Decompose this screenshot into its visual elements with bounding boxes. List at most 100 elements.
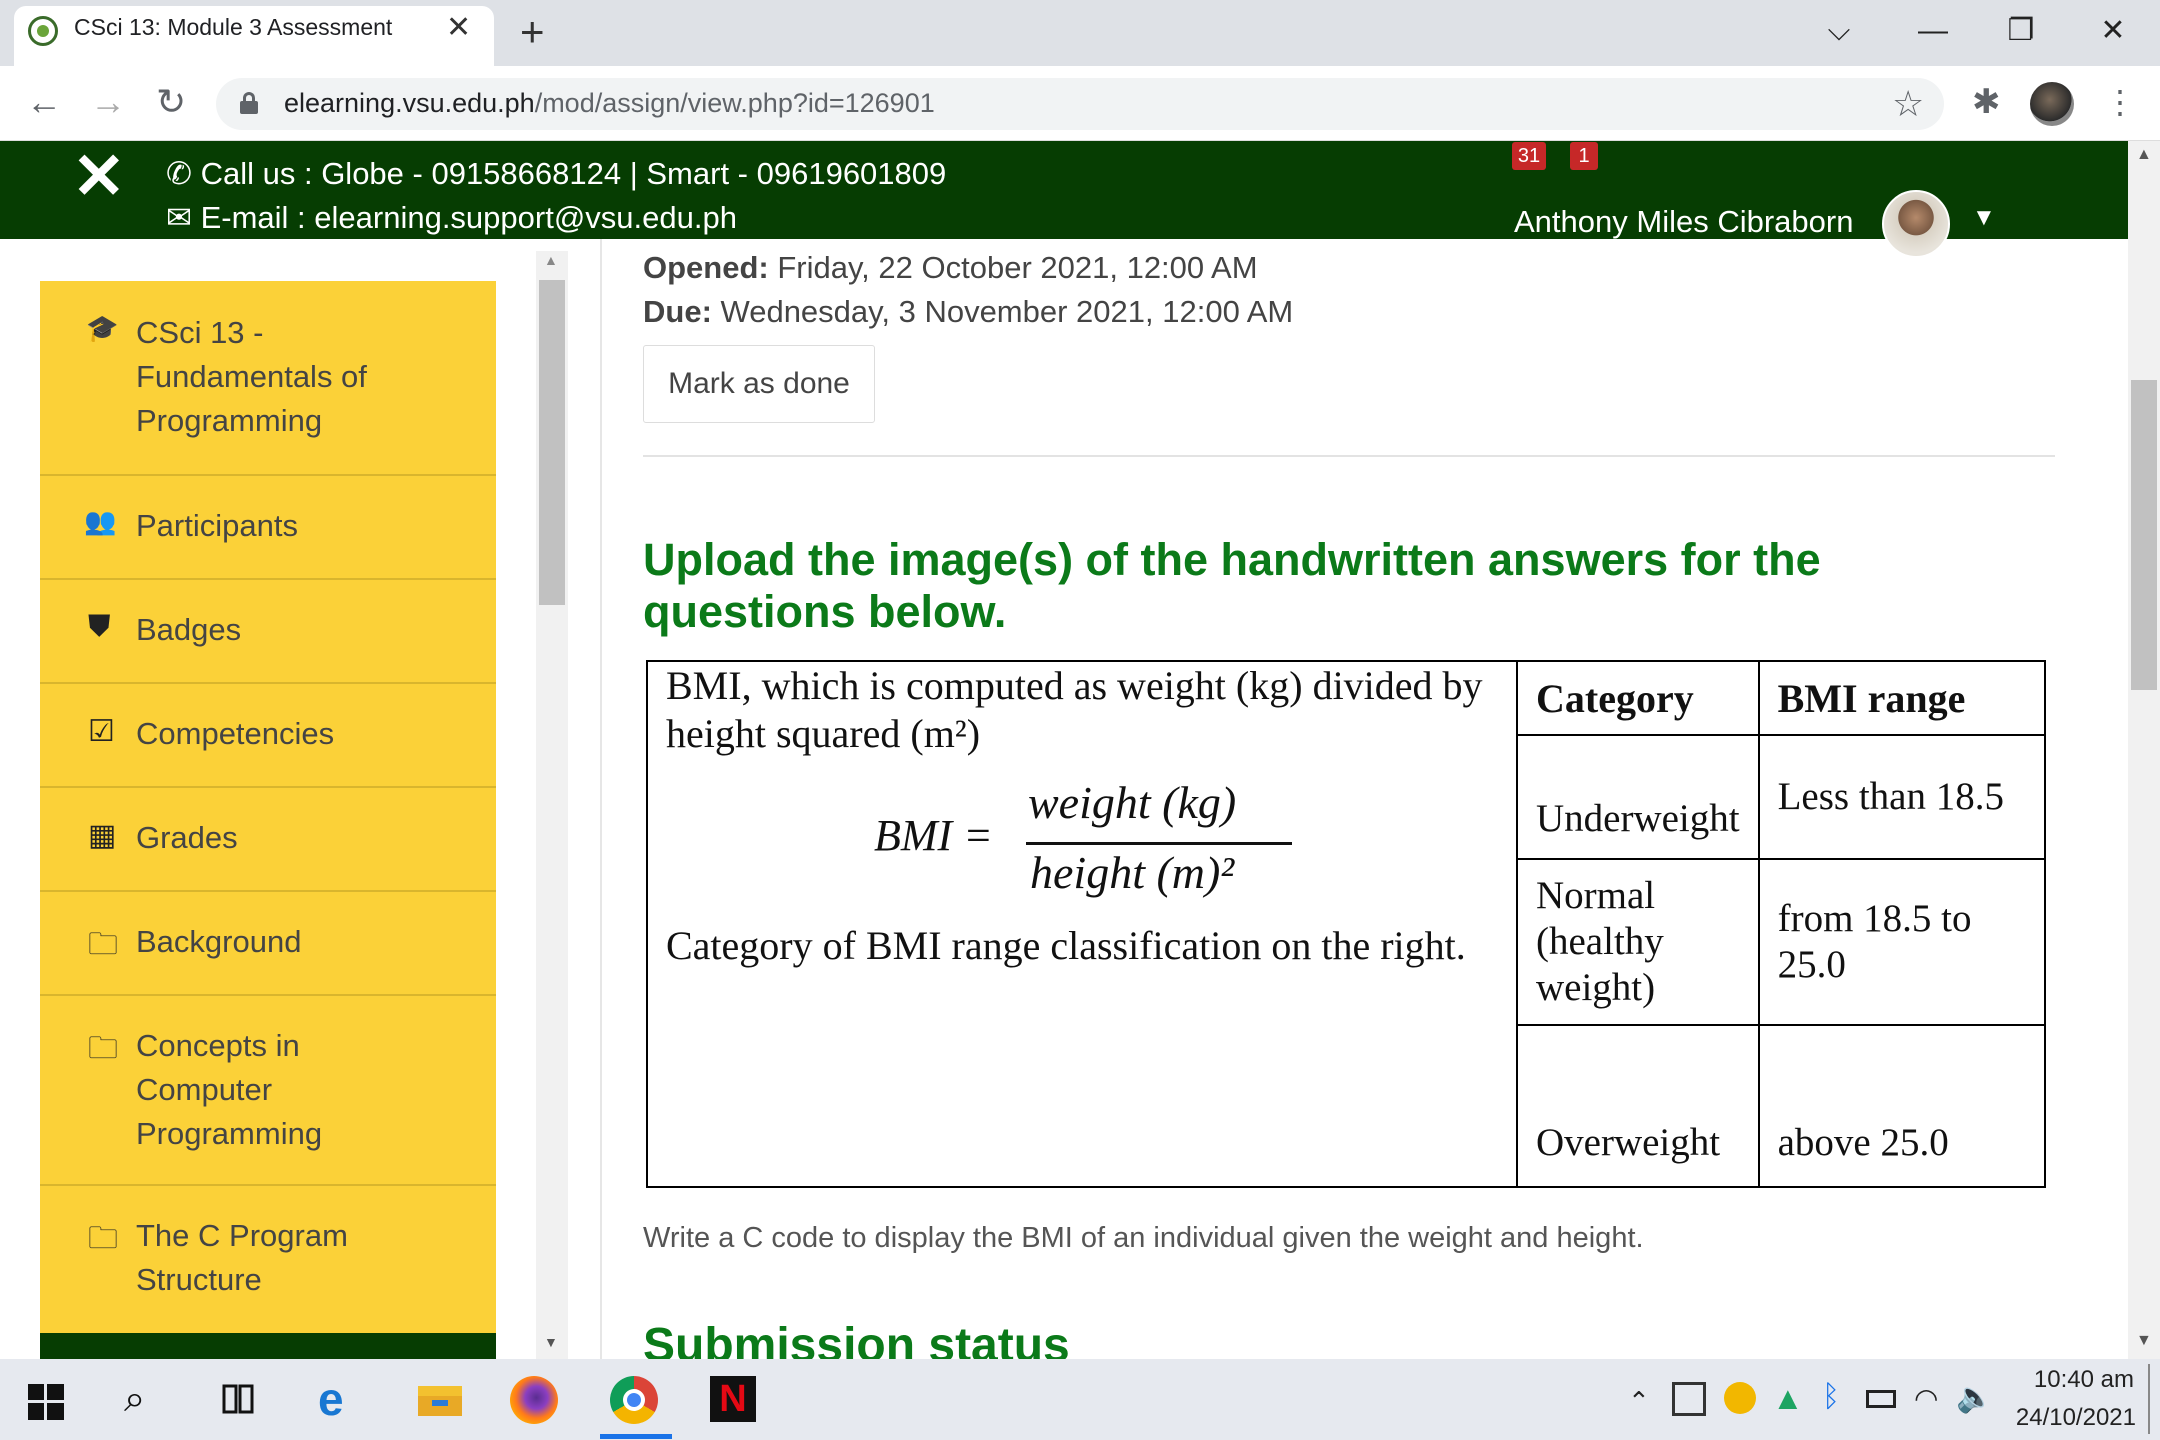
bmi-description: BMI, which is computed as weight (kg) di… <box>666 663 1483 756</box>
sidebar-item-course[interactable]: 🎓 CSci 13 - Fundamentals of Programming <box>40 281 496 476</box>
sidebar-item-label: The C Program Structure <box>136 1218 348 1297</box>
bmi-table: Category BMI range Underweight Less than… <box>1516 660 2047 1188</box>
clock-date[interactable]: 24/10/2021 <box>2000 1404 2136 1432</box>
url-domain: elearning.vsu.edu.ph <box>284 88 535 118</box>
battery-icon[interactable] <box>1866 1390 1896 1408</box>
due-date: Due: Wednesday, 3 November 2021, 12:00 A… <box>643 294 1293 330</box>
forward-arrow-icon[interactable]: → <box>90 80 126 124</box>
notifications-count-badge[interactable]: 1 <box>1570 142 1598 170</box>
sidebar-scroll-down-icon[interactable]: ▼ <box>544 1334 558 1350</box>
sidebar-item-label: Badges <box>136 612 242 647</box>
restore-button[interactable]: ❐ <box>1986 6 2056 56</box>
firefox-icon[interactable] <box>510 1376 558 1424</box>
task-view-icon[interactable] <box>222 1382 254 1418</box>
user-name[interactable]: Anthony Miles Cibraborn <box>1514 204 1853 240</box>
opened-value: Friday, 22 October 2021, 12:00 AM <box>777 250 1258 285</box>
table-cell: from 18.5 to 25.0 <box>1757 858 2047 1026</box>
sidebar-item-participants[interactable]: 👥 Participants <box>40 476 496 580</box>
sidebar-item-label: Grades <box>136 820 238 855</box>
mark-as-done-button[interactable]: Mark as done <box>643 345 875 423</box>
chrome-icon[interactable] <box>610 1376 658 1424</box>
sidebar-item-c-structure[interactable]: 🗀 The C Program Structure <box>40 1186 496 1336</box>
email-text: ✉ E-mail : elearning.support@vsu.edu.ph <box>166 200 737 236</box>
sidebar-item-label: Participants <box>136 508 298 543</box>
folder-icon: 🗀 <box>88 1222 118 1255</box>
browser-profile-avatar[interactable] <box>2030 82 2074 126</box>
table-icon: ▦ <box>88 819 117 852</box>
tab-close-icon[interactable]: ✕ <box>446 10 471 46</box>
url-text[interactable]: elearning.vsu.edu.ph/mod/assign/view.php… <box>284 88 935 119</box>
show-desktop-button[interactable] <box>2148 1364 2150 1434</box>
bookmark-star-icon[interactable]: ☆ <box>1892 84 1924 124</box>
table-row: Normal (healthy weight) from 18.5 to 25.… <box>1516 858 2047 1026</box>
email-label: E-mail : elearning.support@vsu.edu.ph <box>200 200 737 235</box>
divider <box>643 455 2055 457</box>
tray-app-icon[interactable] <box>1672 1382 1706 1416</box>
table-row: Underweight Less than 18.5 <box>1516 734 2047 860</box>
sidebar-item-label: Competencies <box>136 716 335 751</box>
table-row: Overweight above 25.0 <box>1516 1024 2047 1188</box>
shield-icon: ⛊ <box>88 610 111 643</box>
caret-down-icon[interactable]: ▼ <box>1972 204 1996 232</box>
page-scrollbar-thumb[interactable] <box>2131 380 2157 690</box>
close-window-button[interactable]: ✕ <box>2078 6 2148 56</box>
table-cell: above 25.0 <box>1757 1024 2047 1188</box>
graduation-cap-icon: 🎓 <box>86 313 119 343</box>
minimize-button[interactable]: — <box>1898 6 1968 56</box>
scroll-up-arrow-icon[interactable]: ▲ <box>2136 146 2152 164</box>
volume-icon[interactable]: 🔈 <box>1956 1380 1993 1415</box>
lock-icon[interactable] <box>240 92 258 114</box>
url-path: /mod/assign/view.php?id=126901 <box>534 88 935 118</box>
sidebar-item-label: CSci 13 - Fundamentals of Programming <box>136 315 367 438</box>
sidebar-item-concepts[interactable]: 🗀 Concepts in Computer Programming <box>40 996 496 1186</box>
bmi-formula-denominator: height (m)² <box>1030 847 1235 898</box>
sidebar-item-competencies[interactable]: ☑ Competencies <box>40 684 496 788</box>
sidebar-active-item[interactable] <box>40 1333 496 1359</box>
table-cell: Underweight <box>1516 734 1760 860</box>
folder-icon: 🗀 <box>88 928 118 961</box>
back-arrow-icon[interactable]: ← <box>26 80 62 124</box>
sidebar-item-label: Background <box>136 924 302 959</box>
assignment-heading: Upload the image(s) of the handwritten a… <box>643 534 1821 637</box>
file-explorer-icon[interactable] <box>418 1382 462 1418</box>
reload-icon[interactable]: ↻ <box>156 80 186 124</box>
messages-count-badge[interactable]: 31 <box>1512 142 1546 170</box>
clock-time[interactable]: 10:40 am <box>2014 1366 2134 1394</box>
table-header: BMI range <box>1757 660 2047 736</box>
fraction-bar <box>1026 842 1292 845</box>
table-header: Category <box>1516 660 1760 736</box>
sidebar-item-background[interactable]: 🗀 Background <box>40 892 496 996</box>
active-app-indicator <box>600 1434 672 1439</box>
user-avatar[interactable] <box>1882 190 1950 258</box>
browser-menu-icon[interactable]: ⋮ <box>2104 82 2136 122</box>
due-value: Wednesday, 3 November 2021, 12:00 AM <box>720 294 1294 329</box>
opened-label: Opened: <box>643 250 769 285</box>
chevron-up-icon[interactable]: ⌃ <box>1628 1386 1650 1417</box>
edge-icon[interactable]: e <box>318 1374 344 1424</box>
wifi-icon[interactable]: ◠ <box>1914 1382 1938 1415</box>
search-icon[interactable]: ⌕ <box>124 1378 145 1421</box>
sidebar-scrollbar-thumb[interactable] <box>539 280 565 605</box>
close-drawer-icon[interactable]: ✕ <box>72 144 126 208</box>
opened-date: Opened: Friday, 22 October 2021, 12:00 A… <box>643 250 1258 286</box>
tab-search-icon[interactable]: ⌵ <box>1804 6 1874 56</box>
call-us-label: Call us : Globe - 09158668124 | Smart - … <box>200 156 947 191</box>
tray-plus-icon[interactable] <box>1724 1382 1756 1414</box>
netflix-icon[interactable]: N <box>710 1376 756 1422</box>
bluetooth-icon[interactable]: ᛒ <box>1822 1380 1840 1414</box>
page-scrollbar[interactable] <box>2128 141 2160 1359</box>
users-icon: 👥 <box>84 506 117 536</box>
extensions-puzzle-icon[interactable]: ✱ <box>1972 82 2001 122</box>
windows-start-icon[interactable] <box>28 1384 64 1420</box>
due-label: Due: <box>643 294 712 329</box>
sidebar-item-grades[interactable]: ▦ Grades <box>40 788 496 892</box>
table-cell: Normal (healthy weight) <box>1516 858 1760 1026</box>
sidebar-item-badges[interactable]: ⛊ Badges <box>40 580 496 684</box>
new-tab-button[interactable]: + <box>520 8 545 56</box>
sidebar-scroll-up-icon[interactable]: ▲ <box>544 252 558 268</box>
google-drive-icon[interactable]: ▲ <box>1772 1380 1804 1417</box>
folder-icon: 🗀 <box>88 1032 118 1065</box>
table-cell: Less than 18.5 <box>1757 734 2047 860</box>
content-divider <box>600 239 602 1359</box>
scroll-down-arrow-icon[interactable]: ▼ <box>2136 1332 2152 1350</box>
